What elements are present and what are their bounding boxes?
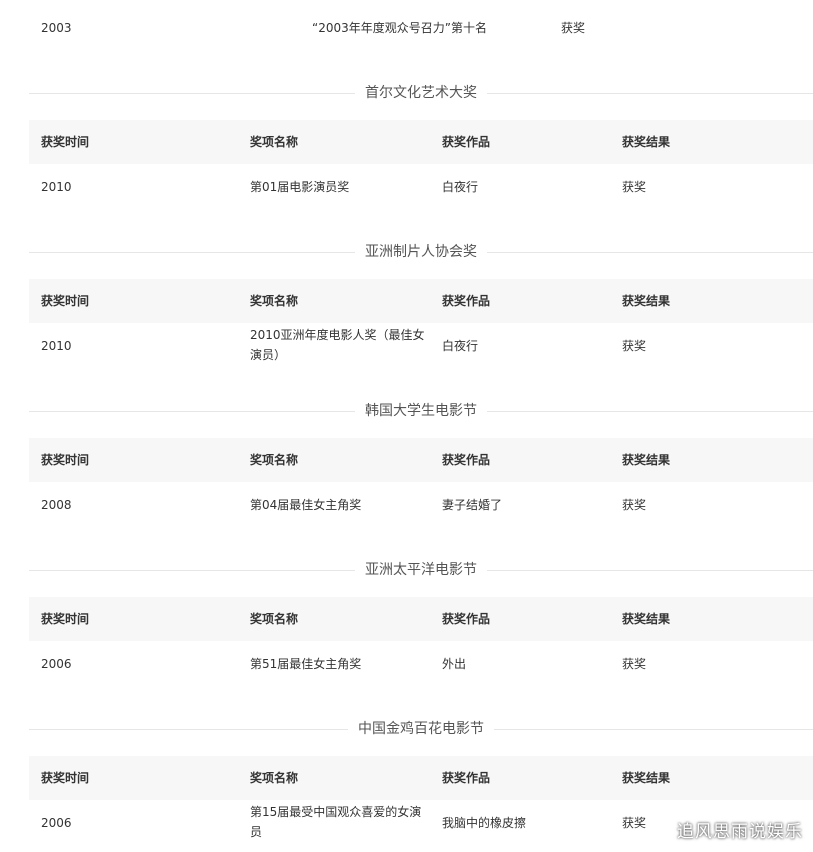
award-table: 获奖时间 奖项名称 获奖作品 获奖结果 2008 第04届最佳女主角奖 妻子结婚… bbox=[29, 438, 813, 526]
watermark-text: 追风思雨说娱乐 bbox=[677, 822, 803, 842]
section-title-label: 亚洲太平洋电影节 bbox=[355, 560, 487, 580]
section-title: 韩国大学生电影节 bbox=[29, 400, 813, 422]
header-result: 获奖结果 bbox=[622, 294, 671, 308]
header-name: 奖项名称 bbox=[250, 771, 299, 785]
award-work: 白夜行 bbox=[442, 180, 479, 194]
table-header: 获奖时间 奖项名称 获奖作品 获奖结果 bbox=[29, 756, 813, 800]
header-result: 获奖结果 bbox=[622, 135, 671, 149]
award-result: 获奖 bbox=[622, 816, 647, 830]
award-work: 白夜行 bbox=[442, 339, 479, 353]
section-title: 亚洲太平洋电影节 bbox=[29, 559, 813, 581]
award-name: “2003年年度观众号召力”第十名 bbox=[312, 21, 487, 35]
header-name: 奖项名称 bbox=[250, 612, 299, 626]
table-row: 2010 第01届电影演员奖 白夜行 获奖 bbox=[29, 164, 813, 208]
header-name: 奖项名称 bbox=[250, 294, 299, 308]
award-result: 获奖 bbox=[622, 498, 647, 512]
section-title-label: 中国金鸡百花电影节 bbox=[348, 719, 494, 739]
header-name: 奖项名称 bbox=[250, 453, 299, 467]
award-result: 获奖 bbox=[561, 21, 586, 35]
header-work: 获奖作品 bbox=[442, 135, 491, 149]
header-result: 获奖结果 bbox=[622, 771, 671, 785]
table-header: 获奖时间 奖项名称 获奖作品 获奖结果 bbox=[29, 279, 813, 323]
table-row: 2006 第51届最佳女主角奖 外出 获奖 bbox=[29, 641, 813, 685]
section-title-label: 亚洲制片人协会奖 bbox=[355, 242, 487, 262]
header-name: 奖项名称 bbox=[250, 135, 299, 149]
header-work: 获奖作品 bbox=[442, 294, 491, 308]
header-work: 获奖作品 bbox=[442, 453, 491, 467]
table-header: 获奖时间 奖项名称 获奖作品 获奖结果 bbox=[29, 120, 813, 164]
header-time: 获奖时间 bbox=[41, 294, 90, 308]
award-result: 获奖 bbox=[622, 180, 647, 194]
award-work-link[interactable]: 妻子结婚了 bbox=[442, 495, 502, 515]
section-title: 首尔文化艺术大奖 bbox=[29, 82, 813, 104]
section-title: 亚洲制片人协会奖 bbox=[29, 241, 813, 263]
award-time: 2008 bbox=[41, 498, 72, 512]
award-time: 2003 bbox=[41, 21, 72, 35]
header-work: 获奖作品 bbox=[442, 612, 491, 626]
header-time: 获奖时间 bbox=[41, 135, 90, 149]
award-name: 第51届最佳女主角奖 bbox=[250, 657, 362, 671]
award-row-2003: 2003 “2003年年度观众号召力”第十名 获奖 bbox=[0, 0, 813, 54]
award-result: 获奖 bbox=[622, 657, 647, 671]
header-result: 获奖结果 bbox=[622, 453, 671, 467]
section-title-label: 首尔文化艺术大奖 bbox=[355, 83, 487, 103]
award-name: 第15届最受中国观众喜爱的女演员 bbox=[250, 805, 422, 839]
award-name: 2010亚洲年度电影人奖（最佳女演员） bbox=[250, 328, 425, 362]
award-table: 获奖时间 奖项名称 获奖作品 获奖结果 2010 第01届电影演员奖 白夜行 获… bbox=[29, 120, 813, 208]
award-result: 获奖 bbox=[622, 339, 647, 353]
award-table: 获奖时间 奖项名称 获奖作品 获奖结果 2010 2010亚洲年度电影人奖（最佳… bbox=[29, 279, 813, 367]
award-name: 第04届最佳女主角奖 bbox=[250, 498, 362, 512]
header-result: 获奖结果 bbox=[622, 612, 671, 626]
section-title: 中国金鸡百花电影节 bbox=[29, 718, 813, 740]
header-time: 获奖时间 bbox=[41, 453, 90, 467]
header-time: 获奖时间 bbox=[41, 771, 90, 785]
table-row: 2010 2010亚洲年度电影人奖（最佳女演员） 白夜行 获奖 bbox=[29, 323, 813, 367]
award-table: 获奖时间 奖项名称 获奖作品 获奖结果 2006 第51届最佳女主角奖 外出 获… bbox=[29, 597, 813, 685]
award-name: 第01届电影演员奖 bbox=[250, 180, 350, 194]
header-time: 获奖时间 bbox=[41, 612, 90, 626]
table-row: 2008 第04届最佳女主角奖 妻子结婚了 获奖 bbox=[29, 482, 813, 526]
award-time: 2006 bbox=[41, 816, 72, 830]
header-work: 获奖作品 bbox=[442, 771, 491, 785]
award-time: 2010 bbox=[41, 339, 72, 353]
section-title-label: 韩国大学生电影节 bbox=[355, 401, 487, 421]
award-time: 2010 bbox=[41, 180, 72, 194]
table-header: 获奖时间 奖项名称 获奖作品 获奖结果 bbox=[29, 597, 813, 641]
award-work: 外出 bbox=[442, 657, 467, 671]
award-time: 2006 bbox=[41, 657, 72, 671]
award-work: 我脑中的橡皮擦 bbox=[442, 816, 527, 830]
table-header: 获奖时间 奖项名称 获奖作品 获奖结果 bbox=[29, 438, 813, 482]
